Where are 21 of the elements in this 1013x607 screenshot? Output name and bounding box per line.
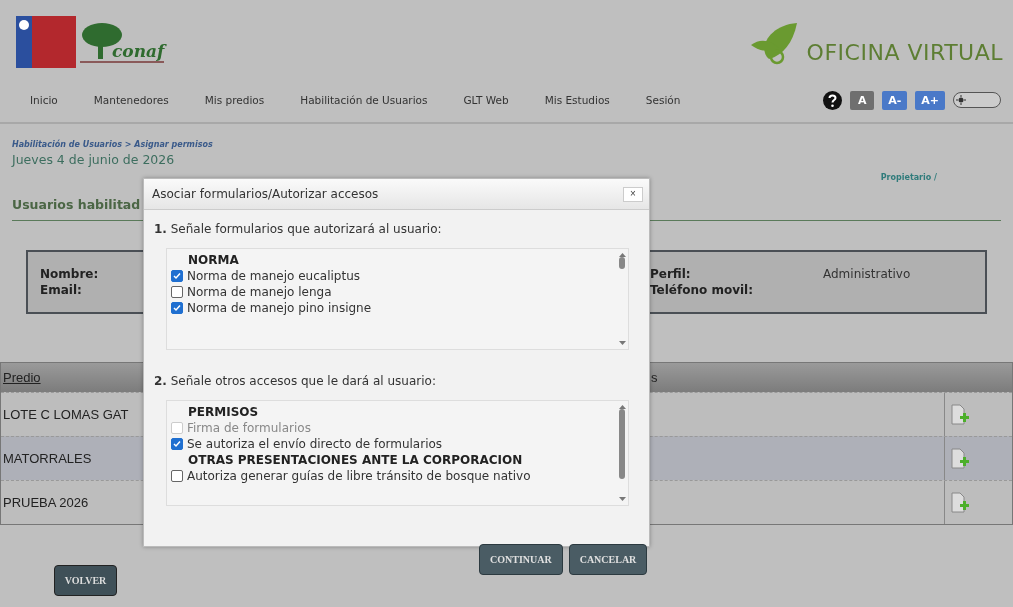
field-label: Nombre: — [40, 267, 99, 281]
portal-logo: OFICINA VIRTUAL — [748, 19, 1003, 65]
section-title: Usuarios habilitad — [12, 197, 141, 212]
role-text: Propietario / — [880, 173, 937, 182]
table-cell-text: LOTE C LOMAS GAT — [2, 407, 129, 422]
field-label: Teléfono movil: — [650, 283, 753, 297]
date-text: Jueves 4 de junio de 2026 — [12, 152, 176, 167]
column-header: s — [650, 370, 658, 385]
table-cell-text: PRUEBA 2026 — [2, 495, 89, 510]
breadcrumb: Habilitación de Usuarios > Asignar permisos — [12, 140, 214, 149]
field-value: Administrativo — [823, 267, 911, 281]
dialog-title: Asociar formularios/Autorizar accesos — [152, 187, 379, 201]
field-label: Perfil: — [650, 267, 691, 281]
table-cell-text: MATORRALES — [2, 451, 92, 466]
conaf-logo: conaf — [80, 21, 165, 63]
group-heading: NORMA — [187, 253, 240, 267]
group-heading: PERMISOS — [187, 405, 260, 419]
field-label: Email: — [40, 283, 82, 297]
group-heading: OTRAS PRESENTACIONES ANTE LA CORPORACION — [187, 453, 524, 467]
instruction-text: 2. Señale otros accesos que le dará al usuario: — [154, 374, 437, 388]
instruction-text: 1. Señale formularios que autorizará al usuario: — [154, 222, 443, 236]
